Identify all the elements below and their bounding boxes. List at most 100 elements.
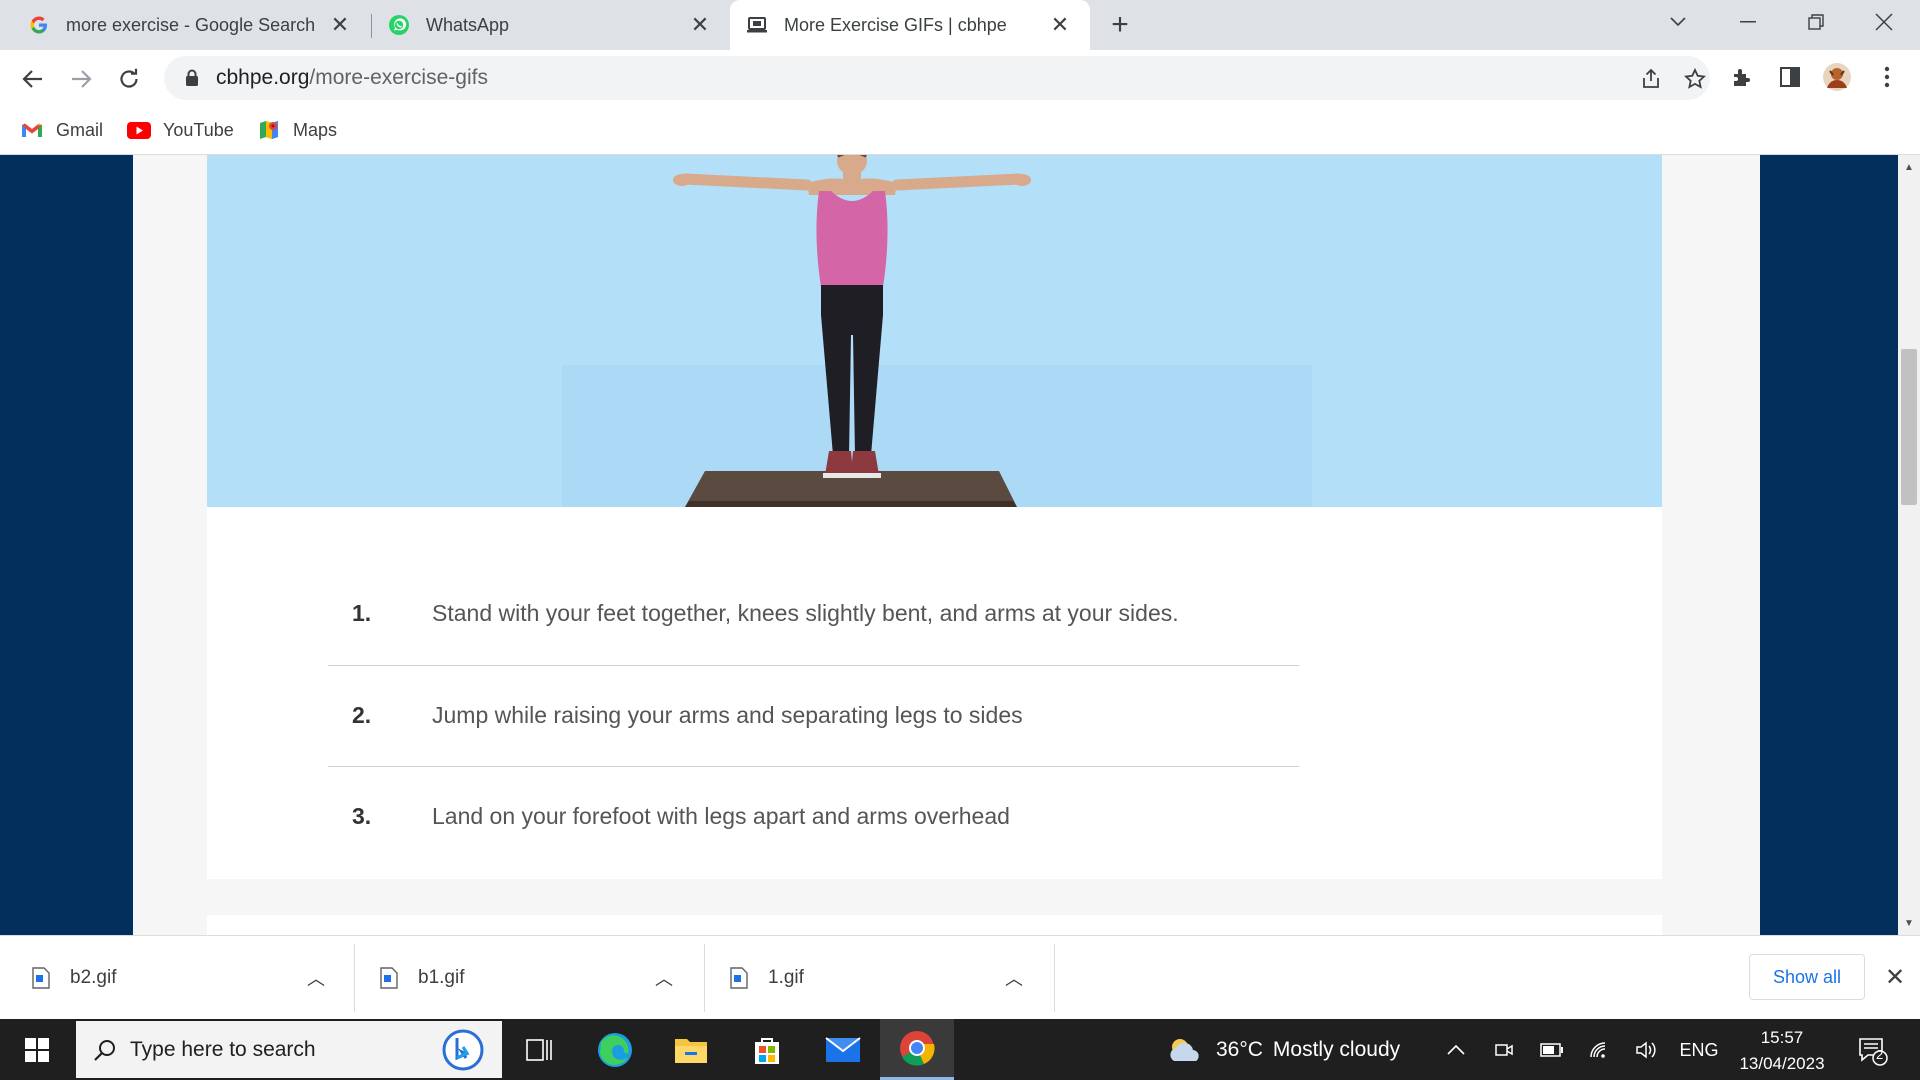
download-item[interactable]: b2.gif ︿	[0, 936, 352, 1020]
forward-icon[interactable]	[64, 62, 98, 96]
bing-icon[interactable]	[440, 1027, 486, 1073]
language-indicator[interactable]: ENG	[1676, 1037, 1722, 1063]
chevron-up-icon[interactable]: ︿	[650, 964, 678, 992]
task-view-icon[interactable]	[502, 1019, 576, 1080]
scroll-down-arrow-icon[interactable]: ▼	[1898, 913, 1920, 933]
download-divider	[1054, 944, 1055, 1012]
google-icon	[28, 14, 50, 36]
new-tab-button[interactable]: +	[1104, 8, 1136, 41]
lock-icon[interactable]	[182, 68, 202, 88]
step-text: Stand with your feet together, knees sli…	[432, 599, 1179, 626]
page-viewport: 1. Stand with your feet together, knees …	[0, 155, 1898, 935]
taskbar-search[interactable]: Type here to search	[76, 1021, 502, 1078]
gif-file-icon	[32, 967, 50, 989]
gif-file-icon	[730, 967, 748, 989]
download-filename: b2.gif	[70, 967, 117, 988]
windows-taskbar: Type here to search 36°C Mostly cloudy E…	[0, 1019, 1920, 1080]
download-item[interactable]: 1.gif ︿	[698, 936, 1050, 1020]
tab-google-search[interactable]: more exercise - Google Search ✕	[0, 0, 370, 50]
tab-strip: more exercise - Google Search ✕ WhatsApp…	[0, 0, 1920, 50]
chevron-up-icon[interactable]	[1442, 1037, 1470, 1063]
scroll-up-arrow-icon[interactable]: ▲	[1898, 157, 1920, 177]
bookmark-label: Gmail	[56, 119, 104, 140]
steps-panel: 1. Stand with your feet together, knees …	[207, 507, 1662, 879]
bookmarks-bar: Gmail YouTube Maps	[0, 106, 1920, 155]
share-icon[interactable]	[1638, 66, 1664, 92]
search-placeholder: Type here to search	[130, 1037, 316, 1061]
youtube-icon	[127, 120, 151, 140]
reload-icon[interactable]	[112, 62, 146, 96]
tab-title: more exercise - Google Search	[66, 14, 316, 35]
step-1: 1. Stand with your feet together, knees …	[328, 563, 1299, 663]
maps-icon	[257, 120, 281, 140]
url-domain: cbhpe.org	[216, 66, 310, 89]
more-menu-icon[interactable]	[1872, 62, 1902, 92]
scroll-thumb[interactable]	[1901, 349, 1917, 505]
page-scrollbar[interactable]: ▲ ▼	[1898, 155, 1920, 935]
restore-icon[interactable]	[1786, 0, 1846, 44]
gif-file-icon	[380, 967, 398, 989]
jumping-jack-figure	[673, 155, 1031, 507]
close-icon[interactable]: ✕	[1048, 12, 1072, 37]
close-icon[interactable]: ✕	[688, 12, 712, 37]
close-icon[interactable]: ✕	[328, 12, 352, 37]
bookmark-label: Maps	[293, 119, 338, 140]
minimize-icon[interactable]	[1718, 0, 1778, 44]
mail-icon[interactable]	[806, 1019, 880, 1080]
notification-count: 2	[1876, 1047, 1884, 1062]
bookmark-gmail[interactable]: Gmail	[20, 117, 103, 143]
file-explorer-icon[interactable]	[654, 1019, 728, 1080]
side-panel-icon[interactable]	[1775, 62, 1805, 92]
extensions-icon[interactable]	[1727, 62, 1757, 92]
address-bar[interactable]: cbhpe.org/more-exercise-gifs	[164, 56, 1710, 100]
browser-toolbar: cbhpe.org/more-exercise-gifs	[0, 50, 1920, 106]
bookmark-star-icon[interactable]	[1682, 66, 1708, 92]
close-icon[interactable]: ✕	[1880, 962, 1910, 992]
wifi-icon[interactable]	[1586, 1037, 1614, 1063]
url-text: cbhpe.org/more-exercise-gifs	[216, 66, 488, 90]
close-window-icon[interactable]	[1854, 0, 1914, 44]
download-bar: b2.gif ︿ b1.gif ︿ 1.gif ︿ Show all ✕	[0, 935, 1920, 1019]
clock-date: 13/04/2023	[1739, 1054, 1825, 1073]
profile-avatar[interactable]	[1822, 62, 1852, 92]
notification-icon[interactable]: 2	[1855, 1033, 1891, 1069]
laptop-icon	[746, 14, 768, 36]
step-text: Land on your forefoot with legs apart an…	[432, 802, 1010, 829]
battery-icon[interactable]	[1538, 1037, 1566, 1063]
chrome-icon[interactable]	[880, 1019, 954, 1080]
step-number: 3.	[352, 802, 372, 829]
weather-temperature: 36°C	[1216, 1037, 1263, 1061]
tab-title: WhatsApp	[426, 14, 510, 35]
content-card: 1. Stand with your feet together, knees …	[133, 155, 1760, 935]
volume-icon[interactable]	[1632, 1037, 1660, 1063]
edge-icon[interactable]	[578, 1019, 652, 1080]
show-all-button[interactable]: Show all	[1749, 954, 1865, 1000]
chevron-up-icon[interactable]: ︿	[302, 964, 330, 992]
step-text: Jump while raising your arms and separat…	[432, 701, 1023, 728]
meet-now-icon[interactable]	[1490, 1037, 1518, 1063]
download-filename: 1.gif	[768, 967, 804, 988]
tab-more-exercise-gifs[interactable]: More Exercise GIFs | cbhpe ✕	[730, 0, 1090, 50]
whatsapp-icon	[388, 14, 410, 36]
bookmark-maps[interactable]: Maps	[257, 117, 337, 143]
step-number: 1.	[352, 599, 372, 626]
tab-search-icon[interactable]	[1648, 0, 1708, 44]
bookmark-youtube[interactable]: YouTube	[127, 117, 234, 143]
step-number: 2.	[352, 701, 372, 728]
tab-whatsapp[interactable]: WhatsApp ✕	[372, 0, 730, 50]
search-icon	[90, 1035, 120, 1065]
clock-time: 15:57	[1760, 1028, 1804, 1047]
step-2: 2. Jump while raising your arms and sepa…	[328, 665, 1299, 765]
download-filename: b1.gif	[418, 967, 465, 988]
windows-start-icon[interactable]	[12, 1033, 62, 1067]
back-icon[interactable]	[16, 62, 50, 96]
chevron-up-icon[interactable]: ︿	[1000, 964, 1028, 992]
microsoft-store-icon[interactable]	[730, 1019, 804, 1080]
system-clock[interactable]: 15:57 13/04/2023	[1728, 1025, 1836, 1077]
exercise-gif	[207, 155, 1662, 507]
step-3: 3. Land on your forefoot with legs apart…	[328, 766, 1299, 866]
weather-widget[interactable]: 36°C Mostly cloudy	[1166, 1019, 1400, 1080]
bookmark-label: YouTube	[163, 119, 234, 140]
gmail-icon	[20, 120, 44, 140]
download-item[interactable]: b1.gif ︿	[348, 936, 700, 1020]
